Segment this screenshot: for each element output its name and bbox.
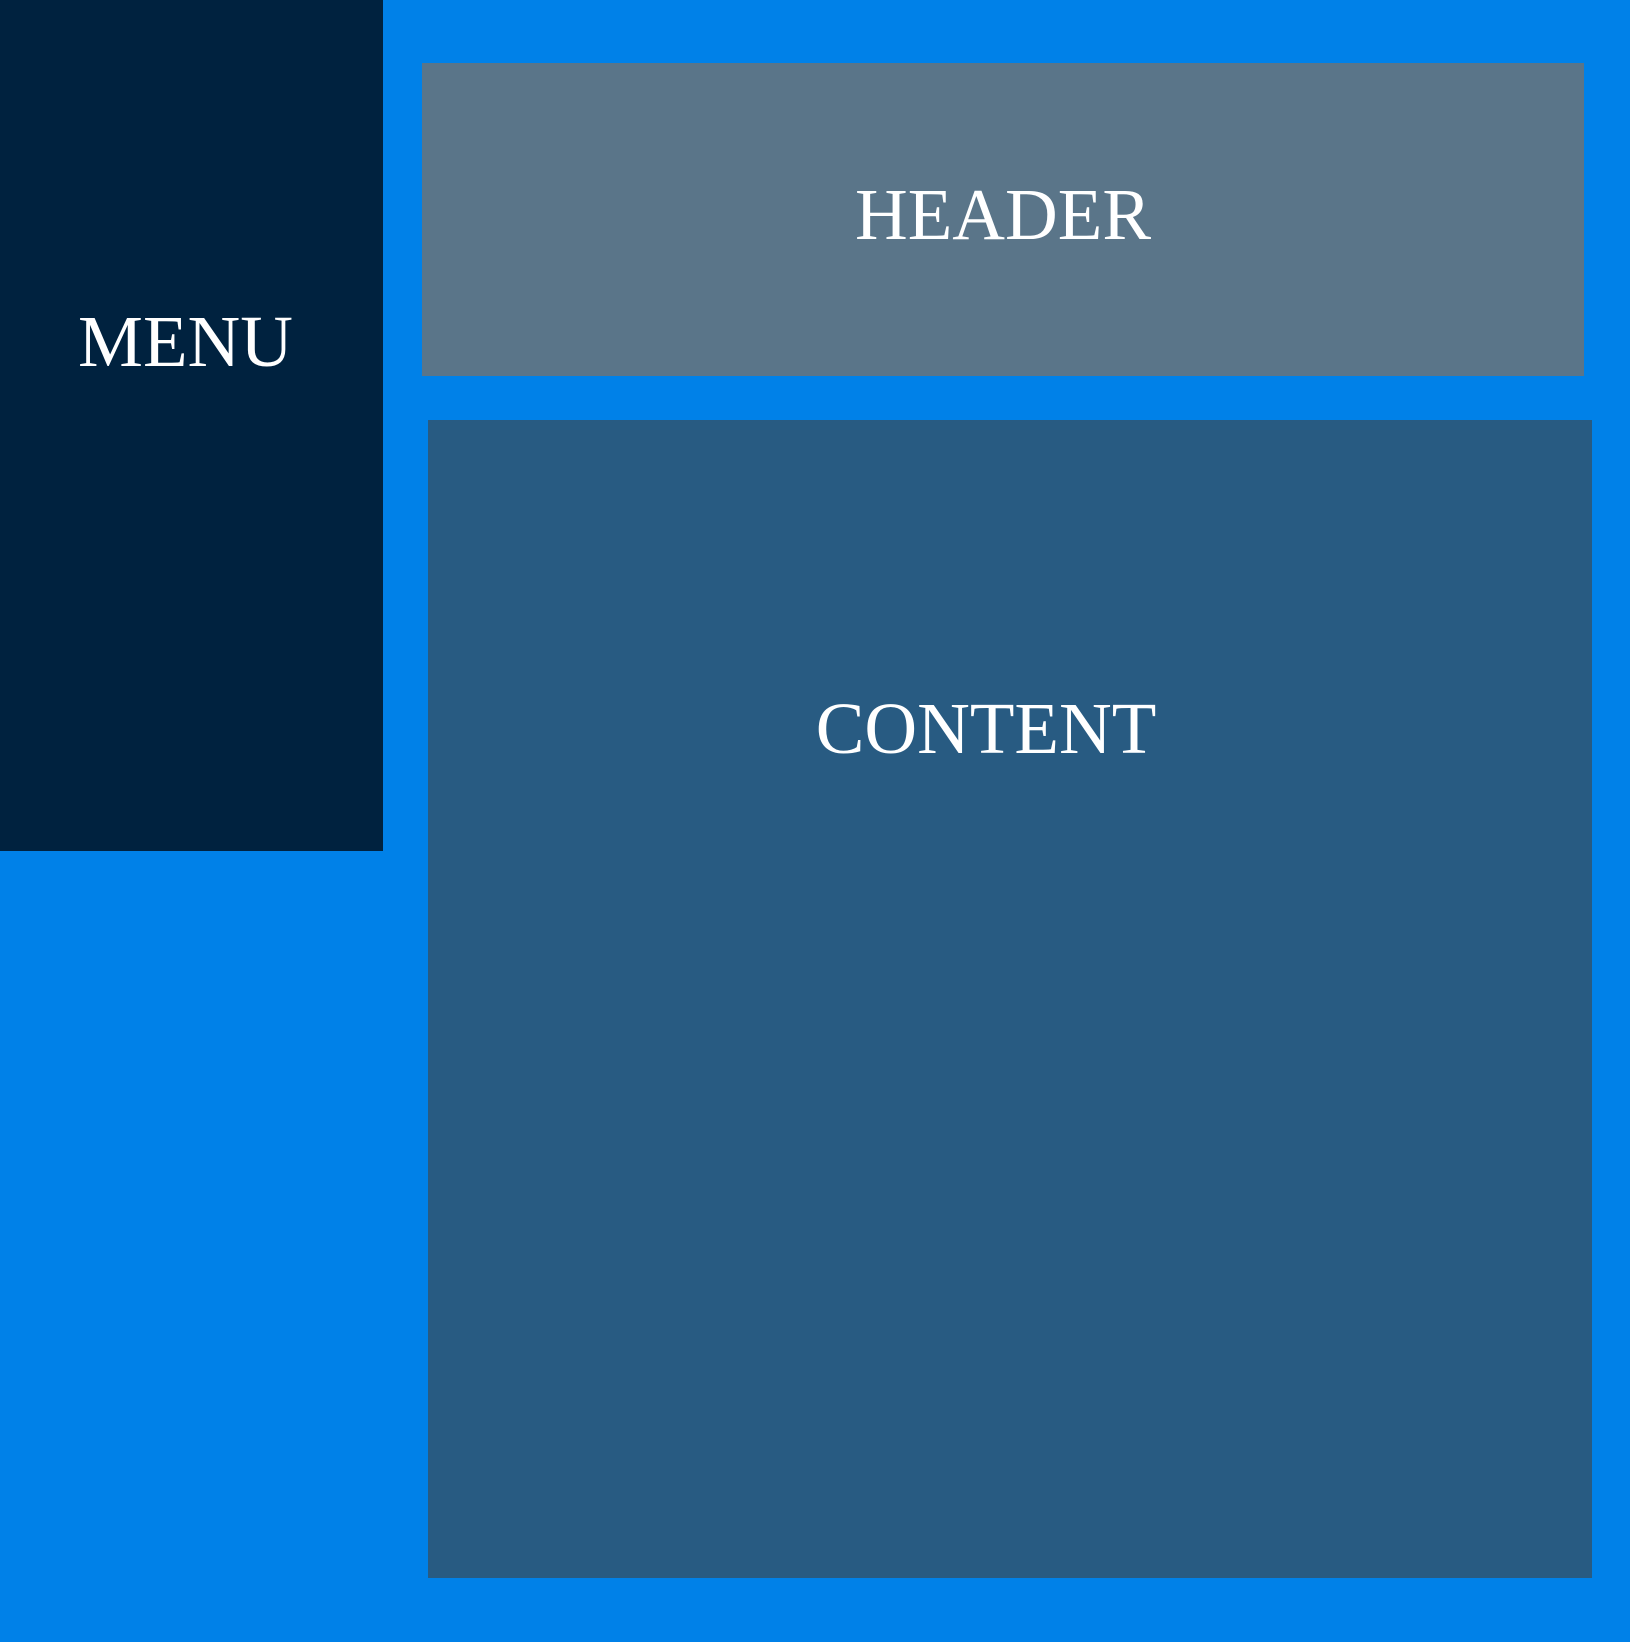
menu-panel: MENU	[0, 0, 383, 851]
header-panel: HEADER	[422, 63, 1584, 376]
menu-label: MENU	[78, 301, 293, 382]
content-panel: CONTENT	[428, 420, 1592, 1578]
header-label: HEADER	[854, 174, 1152, 255]
content-label: CONTENT	[815, 688, 1157, 769]
